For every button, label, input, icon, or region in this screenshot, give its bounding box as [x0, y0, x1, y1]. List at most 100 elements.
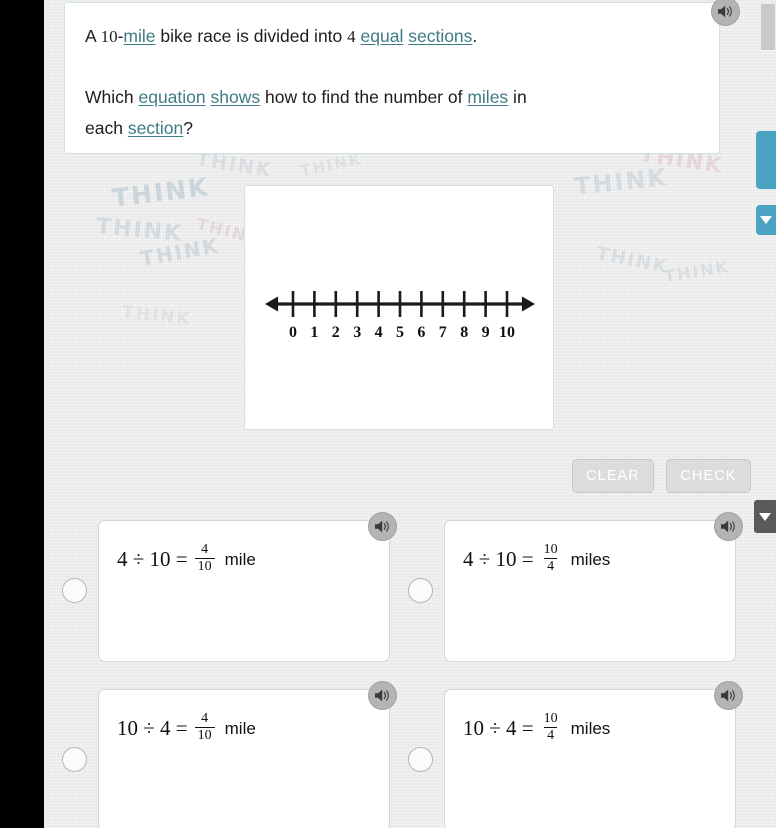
q1-mid: bike race is divided into — [155, 26, 348, 46]
number-line-label: 9 — [482, 324, 490, 341]
a-dividend: 4 — [117, 547, 128, 571]
answer-c-equation: 10 ÷ 4 = 4 10 mile — [99, 690, 389, 744]
think-watermark: THINK — [138, 233, 222, 271]
a-divisor: 10 — [149, 547, 171, 571]
number-line-label: 6 — [417, 324, 425, 341]
question-text: A 10-mile bike race is divided into 4 eq… — [65, 3, 719, 144]
clear-button[interactable]: CLEAR — [572, 459, 654, 493]
answer-radio-b[interactable] — [408, 578, 433, 603]
answer-choice-b[interactable]: 4 ÷ 10 = 10 4 miles — [444, 520, 736, 662]
number-line-label: 5 — [396, 324, 404, 341]
check-button[interactable]: CHECK — [666, 459, 751, 493]
think-watermark: THINK — [298, 149, 364, 181]
q3-prefix: each — [85, 118, 128, 138]
d-equals: = — [521, 716, 534, 740]
think-watermark: THINK — [594, 243, 671, 278]
speaker-icon — [718, 5, 732, 18]
action-buttons: CLEAR CHECK — [572, 459, 751, 493]
number-line-label: 4 — [375, 324, 383, 341]
arrow-right-icon — [522, 296, 535, 312]
link-equation[interactable]: equation — [138, 87, 205, 107]
exercise-stage: THINK THINK THINK THINK THINK THINK THINK THINK… — [0, 0, 776, 828]
d-op: ÷ — [489, 716, 501, 740]
c-dividend: 10 — [117, 716, 138, 740]
answer-c-speaker-button[interactable] — [368, 681, 397, 710]
c-numerator: 4 — [201, 711, 209, 726]
link-shows[interactable]: shows — [211, 87, 261, 107]
answer-radio-d[interactable] — [408, 747, 433, 772]
number-line-card: 0 1 2 3 4 5 6 7 8 9 10 — [244, 185, 554, 430]
answer-d-equation: 10 ÷ 4 = 10 4 miles — [445, 690, 735, 744]
d-divisor: 4 — [506, 716, 517, 740]
d-fraction: 10 4 — [541, 712, 561, 743]
link-equal[interactable]: equal — [361, 26, 404, 46]
question-line-3: each section? — [85, 113, 693, 144]
number-line-label: 0 — [289, 324, 297, 341]
think-watermark: THINK — [662, 256, 732, 287]
link-section[interactable]: section — [128, 118, 183, 138]
answer-b-speaker-button[interactable] — [714, 512, 743, 541]
b-dividend: 4 — [463, 547, 474, 571]
q2-mid: how to find the number of — [260, 87, 468, 107]
side-panel-tab[interactable] — [756, 131, 776, 189]
c-equals: = — [175, 716, 188, 740]
answer-choice-a[interactable]: 4 ÷ 10 = 4 10 mile — [98, 520, 390, 662]
side-panel-caret-tab[interactable] — [756, 205, 776, 235]
c-op: ÷ — [143, 716, 155, 740]
speaker-icon — [721, 689, 735, 702]
think-watermark: THINK — [95, 214, 185, 247]
answer-a-speaker-button[interactable] — [368, 512, 397, 541]
link-sections[interactable]: sections — [408, 26, 472, 46]
answer-choice-d[interactable]: 10 ÷ 4 = 10 4 miles — [444, 689, 736, 828]
q2-tail: in — [508, 87, 527, 107]
b-denominator: 4 — [544, 558, 558, 574]
number-line-label: 1 — [310, 324, 318, 341]
number-line-label: 7 — [439, 324, 447, 341]
question-panel: A 10-mile bike race is divided into 4 eq… — [64, 2, 720, 154]
b-fraction: 10 4 — [541, 543, 561, 574]
speaker-icon — [721, 520, 735, 533]
chevron-down-icon — [760, 216, 772, 224]
a-op: ÷ — [132, 547, 145, 571]
number-line-label: 3 — [353, 324, 361, 341]
link-mile[interactable]: mile — [123, 26, 155, 46]
panel-collapse-tab[interactable] — [754, 500, 776, 533]
q3-end: ? — [183, 118, 193, 138]
number-line-label: 2 — [332, 324, 340, 341]
number-line-figure: 0 1 2 3 4 5 6 7 8 9 10 — [255, 276, 545, 351]
answer-choice-c[interactable]: 10 ÷ 4 = 4 10 mile — [98, 689, 390, 828]
d-unit: miles — [570, 718, 611, 738]
think-watermark: THINK — [121, 302, 193, 330]
d-dividend: 10 — [463, 716, 484, 740]
question-line-1: A 10-mile bike race is divided into 4 eq… — [85, 21, 693, 52]
q1-prefix: A — [85, 26, 101, 46]
answer-radio-a[interactable] — [62, 578, 87, 603]
q1-number-4: 4 — [347, 27, 356, 46]
b-numerator: 10 — [543, 542, 558, 557]
d-denominator: 4 — [544, 727, 558, 743]
link-miles[interactable]: miles — [467, 87, 508, 107]
speaker-icon — [375, 520, 389, 533]
vertical-scrollbar[interactable] — [760, 0, 776, 828]
q1-end: . — [472, 26, 478, 46]
a-numerator: 4 — [201, 542, 209, 557]
c-unit: mile — [224, 718, 256, 738]
c-divisor: 4 — [160, 716, 171, 740]
d-numerator: 10 — [543, 711, 558, 726]
b-unit: miles — [570, 549, 611, 569]
arrow-left-icon — [265, 296, 278, 312]
a-fraction: 4 10 — [194, 542, 215, 574]
a-equals: = — [175, 547, 188, 571]
answer-d-speaker-button[interactable] — [714, 681, 743, 710]
question-line-2: Which equation shows how to find the num… — [85, 82, 693, 113]
answer-radio-c[interactable] — [62, 747, 87, 772]
q2-prefix: Which — [85, 87, 139, 107]
a-unit: mile — [224, 549, 256, 569]
c-denominator: 10 — [194, 727, 215, 743]
q1-number-10: 10 — [100, 27, 118, 46]
number-line-label: 10 — [499, 324, 515, 341]
think-watermark: THINK — [110, 172, 211, 213]
scrollbar-thumb[interactable] — [761, 4, 775, 50]
think-watermark: THINK — [572, 163, 670, 201]
answer-a-equation: 4 ÷ 10 = 4 10 mile — [99, 521, 389, 575]
